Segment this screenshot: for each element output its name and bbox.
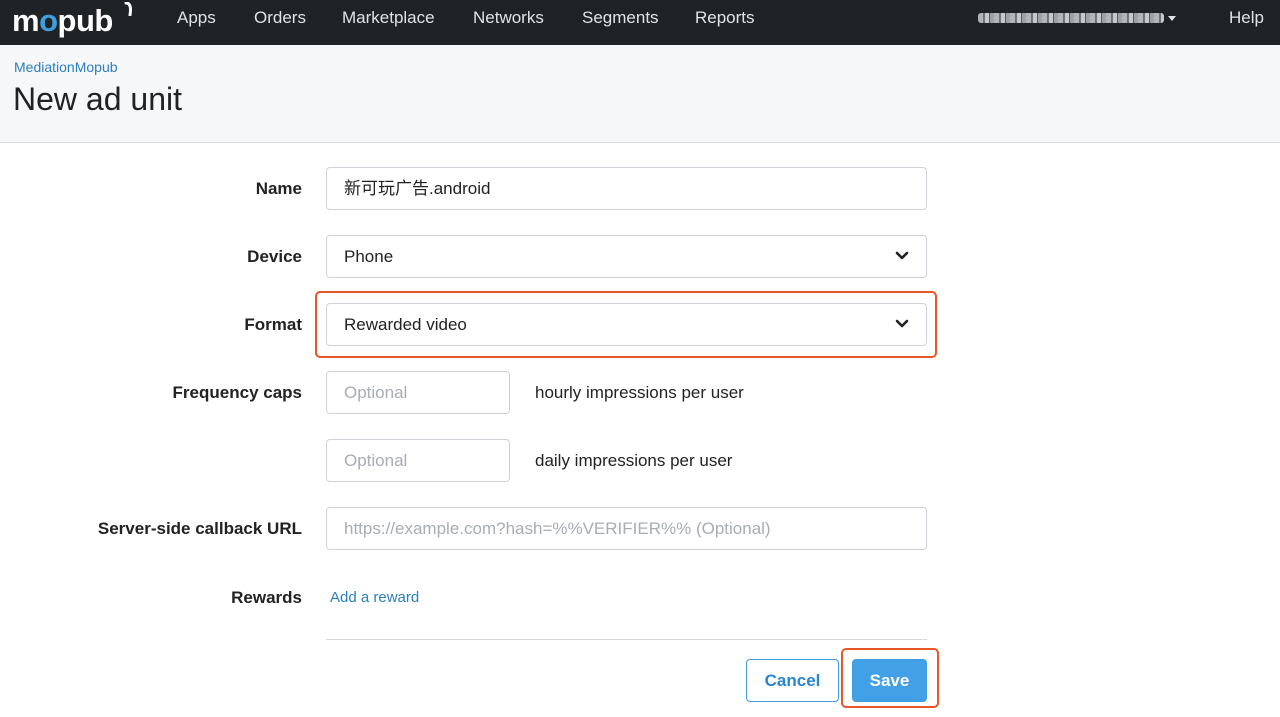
page-header: MediationMopub New ad unit [0,45,1280,143]
callback-url-label: Server-side callback URL [97,519,302,538]
format-label: Format [244,315,302,334]
nav-help[interactable]: Help [1229,0,1264,36]
save-button[interactable]: Save [852,659,927,702]
hourly-cap-helper: hourly impressions per user [535,383,744,402]
caret-down-icon [1168,15,1176,21]
hourly-cap-input[interactable]: Optional [326,371,510,414]
account-name-redacted [978,13,1164,23]
rewards-label: Rewards [231,588,302,607]
device-select[interactable]: Phone [326,235,927,278]
frequency-caps-label: Frequency caps [172,383,302,402]
chevron-down-icon [895,251,909,260]
mopub-logo[interactable]: mopub [12,0,132,40]
daily-cap-helper: daily impressions per user [535,451,733,470]
format-select[interactable]: Rewarded video [326,303,927,346]
nav-networks[interactable]: Networks [473,0,544,36]
logo-tick-icon [124,2,132,16]
nav-apps[interactable]: Apps [177,0,216,36]
device-select-value: Phone [344,247,394,266]
daily-cap-input[interactable]: Optional [326,439,510,482]
top-nav: mopub Apps Orders Marketplace Networks S… [0,0,1280,45]
chevron-down-icon [895,319,909,328]
breadcrumb[interactable]: MediationMopub [14,59,118,75]
account-menu[interactable] [978,11,1176,25]
divider [326,639,927,640]
device-label: Device [247,247,302,266]
cancel-button[interactable]: Cancel [746,659,839,702]
callback-url-input[interactable]: https://example.com?hash=%%VERIFIER%% (O… [326,507,927,550]
format-select-value: Rewarded video [344,315,467,334]
nav-orders[interactable]: Orders [254,0,306,36]
add-reward-link[interactable]: Add a reward [330,589,419,606]
name-input[interactable]: 新可玩广告.android [326,167,927,210]
page-title: New ad unit [13,81,182,117]
nav-segments[interactable]: Segments [582,0,659,36]
nav-reports[interactable]: Reports [695,0,755,36]
nav-marketplace[interactable]: Marketplace [342,0,435,36]
name-label: Name [255,179,302,198]
